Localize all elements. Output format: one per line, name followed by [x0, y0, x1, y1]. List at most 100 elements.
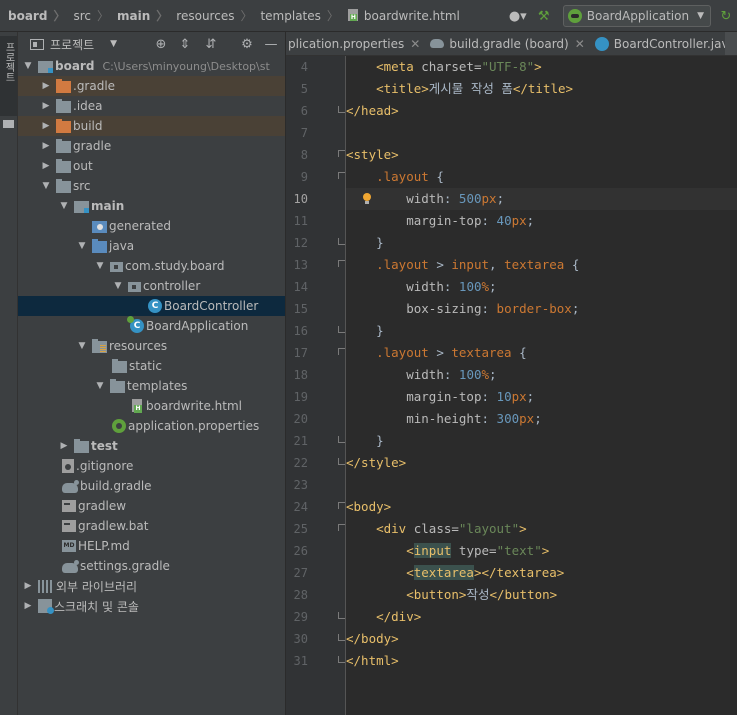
breadcrumb-boardwrite[interactable]: Hboardwrite.html — [339, 0, 460, 32]
chevron-right-icon[interactable]: ▶ — [22, 576, 34, 596]
code-line[interactable]: </head> — [346, 100, 399, 122]
code-line[interactable]: </html> — [346, 650, 399, 672]
chevron-right-icon[interactable]: ▶ — [40, 156, 52, 176]
tree-item-static[interactable]: static — [18, 356, 285, 376]
intention-bulb-icon[interactable] — [361, 192, 373, 206]
project-tool-tab[interactable]: 프로젝트 — [0, 36, 17, 116]
chevron-down-icon[interactable]: ▼ — [112, 276, 124, 296]
chevron-down-icon[interactable]: ▼ — [58, 196, 70, 216]
gear-icon[interactable]: ⚙ — [238, 35, 256, 53]
code-token: .layout — [376, 257, 429, 272]
breadcrumb-src[interactable]: src 〉 — [65, 0, 109, 32]
tab-board-controller[interactable]: BoardController.java ✕ — [589, 32, 737, 55]
tree-item-board-application[interactable]: C BoardApplication — [18, 316, 285, 336]
project-panel-title[interactable]: 프로젝트 — [50, 36, 94, 53]
chevron-right-icon[interactable]: ▶ — [40, 116, 52, 136]
code-line[interactable]: <meta charset="UTF-8"> — [346, 56, 542, 78]
tree-item-gradlew[interactable]: gradlew — [18, 496, 285, 516]
chevron-down-icon[interactable]: ▼ — [22, 56, 34, 76]
tree-item-application-properties[interactable]: application.properties — [18, 416, 285, 436]
code-line[interactable]: } — [346, 320, 384, 342]
chevron-down-icon[interactable]: ▼ — [110, 39, 117, 49]
tree-item-settings-gradle[interactable]: settings.gradle — [18, 556, 285, 576]
tree-item-package[interactable]: ▼ com.study.board — [18, 256, 285, 276]
tree-item-templates[interactable]: ▼ templates — [18, 376, 285, 396]
code-line[interactable]: </body> — [346, 628, 399, 650]
code-line[interactable]: </div> — [346, 606, 421, 628]
user-icon[interactable]: ●▾ — [507, 5, 529, 27]
chevron-down-icon[interactable]: ▼ — [76, 336, 88, 356]
code-line[interactable]: <style> — [346, 144, 399, 166]
code-area[interactable]: <meta charset="UTF-8"> <title>게시물 작성 폼</… — [346, 56, 737, 715]
collapse-all-icon[interactable]: ⇵ — [202, 35, 220, 53]
tab-overflow-indicator[interactable] — [725, 32, 737, 55]
tree-item-build-gradle[interactable]: build.gradle — [18, 476, 285, 496]
chevron-right-icon[interactable]: ▶ — [40, 76, 52, 96]
code-token: px — [511, 389, 527, 404]
close-icon[interactable]: ✕ — [575, 37, 585, 51]
breadcrumb-resources[interactable]: resources 〉 — [168, 0, 252, 32]
code-line[interactable]: margin-top: 40px; — [346, 210, 534, 232]
tree-item-test[interactable]: ▶ test — [18, 436, 285, 456]
code-line[interactable]: width: 100%; — [346, 276, 496, 298]
chevron-down-icon[interactable]: ▼ — [76, 236, 88, 256]
chevron-down-icon[interactable]: ▼ — [94, 376, 106, 396]
code-line[interactable]: <body> — [346, 496, 391, 518]
chevron-down-icon[interactable]: ▼ — [94, 256, 106, 276]
code-line[interactable]: .layout > textarea { — [346, 342, 527, 364]
chevron-down-icon[interactable]: ▼ — [40, 176, 52, 196]
tree-item-java[interactable]: ▼ java — [18, 236, 285, 256]
chevron-right-icon[interactable]: ▶ — [40, 136, 52, 156]
code-line[interactable]: width: 100%; — [346, 364, 496, 386]
code-line[interactable]: } — [346, 430, 384, 452]
code-line[interactable]: width: 500px; — [346, 188, 737, 210]
tree-item-resources[interactable]: ▼ resources — [18, 336, 285, 356]
run-configuration-selector[interactable]: BoardApplication ▼ — [562, 5, 711, 27]
tree-item-gradlew-bat[interactable]: gradlew.bat — [18, 516, 285, 536]
code-line[interactable]: <textarea></textarea> — [346, 562, 564, 584]
tree-item-board[interactable]: ▼ board C:\Users\minyoung\Desktop\st — [18, 56, 285, 76]
tree-item-controller[interactable]: ▼ controller — [18, 276, 285, 296]
tree-item-external-libraries[interactable]: ▶ 외부 라이브러리 — [18, 576, 285, 596]
code-line[interactable]: <input type="text"> — [346, 540, 549, 562]
code-line[interactable]: margin-top: 10px; — [346, 386, 534, 408]
tab-application-properties[interactable]: plication.properties ✕ — [286, 32, 424, 55]
tree-item-idea[interactable]: ▶ .idea — [18, 96, 285, 116]
code-token: px — [481, 191, 497, 206]
minimize-icon[interactable]: — — [262, 35, 280, 53]
close-icon[interactable]: ✕ — [410, 37, 420, 51]
tree-item-gradle[interactable]: ▶ gradle — [18, 136, 285, 156]
code-line[interactable]: <div class="layout"> — [346, 518, 527, 540]
code-line[interactable]: <title>게시물 작성 폼</title> — [346, 78, 573, 100]
tree-item-scratches[interactable]: ▶ 스크래치 및 콘솔 — [18, 596, 285, 616]
tree-item-build[interactable]: ▶ build — [18, 116, 285, 136]
code-line[interactable]: min-height: 300px; — [346, 408, 542, 430]
breadcrumb-label: resources — [176, 8, 235, 23]
tree-item-board-controller[interactable]: C BoardController — [18, 296, 285, 316]
code-line[interactable]: </style> — [346, 452, 406, 474]
tree-item-help-md[interactable]: MD HELP.md — [18, 536, 285, 556]
tree-item-out[interactable]: ▶ out — [18, 156, 285, 176]
chevron-right-icon[interactable]: ▶ — [58, 436, 70, 456]
tree-item-gradle-dir[interactable]: ▶ .gradle — [18, 76, 285, 96]
tree-item-main[interactable]: ▼ main — [18, 196, 285, 216]
tree-item-gitignore[interactable]: .gitignore — [18, 456, 285, 476]
code-line[interactable]: <button>작성</button> — [346, 584, 557, 606]
rerun-icon[interactable]: ↻ — [715, 5, 737, 27]
locate-icon[interactable]: ⊕ — [152, 35, 170, 53]
tab-build-gradle[interactable]: build.gradle (board) ✕ — [424, 32, 588, 55]
chevron-right-icon[interactable]: ▶ — [22, 596, 34, 616]
breadcrumb-templates[interactable]: templates 〉 — [252, 0, 338, 32]
tree-item-src[interactable]: ▼ src — [18, 176, 285, 196]
tree-item-boardwrite[interactable]: H boardwrite.html — [18, 396, 285, 416]
chevron-right-icon[interactable]: ▶ — [40, 96, 52, 116]
tree-item-generated[interactable]: generated — [18, 216, 285, 236]
breadcrumb-board[interactable]: board 〉 — [0, 0, 65, 32]
expand-all-icon[interactable]: ⇕ — [176, 35, 194, 53]
code-line[interactable]: .layout { — [346, 166, 444, 188]
breadcrumb-main[interactable]: main 〉 — [109, 0, 168, 32]
code-line[interactable]: .layout > input, textarea { — [346, 254, 579, 276]
code-line[interactable]: box-sizing: border-box; — [346, 298, 579, 320]
build-hammer-icon[interactable]: ⚒ — [533, 5, 555, 27]
code-line[interactable]: } — [346, 232, 384, 254]
